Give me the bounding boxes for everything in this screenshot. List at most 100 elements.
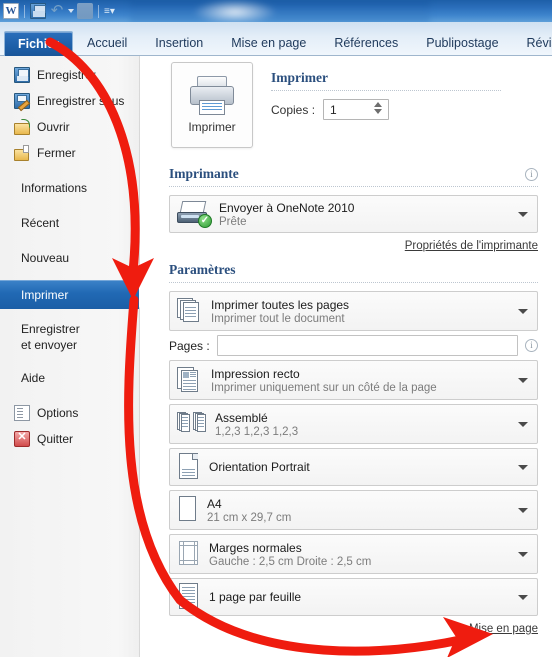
setting-duplex[interactable]: Impression recto Imprimer uniquement sur… [169,360,538,400]
setting-title: Imprimer toutes les pages [211,297,350,312]
divider [24,4,25,18]
undo-icon[interactable]: ↶ [49,3,65,19]
sidebar-item-label: Imprimer [21,287,69,302]
sidebar-item-label: Récent [21,216,60,230]
ribbon-tab-strip: Fichier Accueil Insertion Mise en page R… [0,22,552,56]
info-icon[interactable]: i [525,339,538,352]
stepper-arrows[interactable] [374,102,383,114]
pages-input[interactable] [216,335,518,356]
tab-fichier[interactable]: Fichier [4,31,73,56]
setting-subtitle: 21 cm x 29,7 cm [207,511,292,524]
printer-status: Prête [219,215,247,228]
setting-paper-size[interactable]: A4 21 cm x 29,7 cm [169,490,538,530]
sidebar-item-label: Enregistrer et envoyer [21,322,80,352]
chevron-down-icon[interactable] [518,378,528,383]
backstage-view: Enregistrer Enregistrer sous Ouvrir Ferm… [0,56,552,657]
redo-icon[interactable] [77,3,93,19]
sidebar-item-label: Fermer [37,146,76,160]
print-button[interactable]: Imprimer [171,62,253,148]
customize-qat-icon[interactable]: ≡▾ [104,6,115,17]
setting-title: Assemblé [215,410,268,425]
pages-row: Pages : i [169,335,538,356]
copies-value[interactable]: 1 [324,103,337,117]
chevron-down-icon[interactable] [518,595,528,600]
close-folder-icon [14,145,30,161]
settings-section-title: Paramètres [169,262,236,277]
page-setup-link[interactable]: Mise en page [469,623,538,635]
options-icon [14,405,30,421]
sidebar-item-label: Enregistrer [37,68,96,82]
stepper-up-icon[interactable] [374,102,383,107]
setting-print-range[interactable]: Imprimer toutes les pages Imprimer tout … [169,291,538,331]
copies-label: Copies : [271,102,316,117]
pages-label: Pages : [169,338,210,353]
setting-subtitle: Gauche : 2,5 cm Droite : 2,5 cm [209,555,372,568]
printer-section-title: Imprimante [169,166,239,181]
word-logo-icon[interactable]: W [3,3,19,19]
pages-per-sheet-icon [177,583,201,611]
backstage-nav: Enregistrer Enregistrer sous Ouvrir Ferm… [0,56,149,657]
chevron-down-icon[interactable] [518,309,528,314]
one-sided-icon [177,367,203,393]
save-icon [14,67,30,83]
quit-icon [14,430,30,447]
printer-icon: ✓ [177,201,212,228]
sidebar-item-aide[interactable]: Aide [0,365,139,391]
printer-name: Envoyer à OneNote 2010 [219,200,355,215]
setting-margins[interactable]: Marges normales Gauche : 2,5 cm Droite :… [169,534,538,574]
tab-accueil[interactable]: Accueil [73,30,141,56]
setting-collate[interactable]: Assemblé 1,2,3 1,2,3 1,2,3 [169,404,538,444]
tab-insertion[interactable]: Insertion [141,30,217,56]
copies-stepper[interactable]: 1 [323,99,390,120]
setting-title: Orientation Portrait [209,460,310,474]
sidebar-item-nouveau[interactable]: Nouveau [0,245,139,271]
undo-dropdown-icon[interactable] [68,9,74,13]
print-heading: Imprimer [271,70,328,85]
print-panel: Imprimer Imprimer Copies : 1 Imprimante … [141,56,552,657]
sidebar-item-enregistrer-sous[interactable]: Enregistrer sous [0,88,139,114]
sidebar-item-informations[interactable]: Informations [0,175,139,201]
sidebar-item-recent[interactable]: Récent [0,210,139,236]
tab-revision[interactable]: Révision [513,30,552,56]
info-icon[interactable]: i [525,167,538,181]
margins-icon [177,541,201,567]
tab-publipostage[interactable]: Publipostage [412,30,512,56]
sidebar-item-ouvrir[interactable]: Ouvrir [0,114,139,140]
printer-icon [189,76,235,116]
pages-stack-icon [177,298,203,324]
setting-pages-per-sheet[interactable]: 1 page par feuille [169,578,538,616]
chevron-down-icon[interactable] [518,552,528,557]
sidebar-item-fermer[interactable]: Fermer [0,140,139,166]
chevron-down-icon[interactable] [518,212,528,217]
setting-subtitle: 1,2,3 1,2,3 1,2,3 [215,425,299,438]
sidebar-item-label: Informations [21,181,88,195]
save-icon[interactable] [30,3,46,19]
sidebar-item-enregistrer-et-envoyer[interactable]: Enregistrer et envoyer [0,318,139,356]
setting-title: Impression recto [211,366,300,381]
sidebar-item-label: Ouvrir [37,120,70,134]
setting-title: Marges normales [209,540,302,555]
sidebar-item-label: Aide [21,371,46,385]
sidebar-item-options[interactable]: Options [0,400,139,426]
blurred-document-title [130,0,430,22]
printer-section: Imprimante i ✓ Envoyer à OneNote 2010 Pr… [141,166,552,252]
stepper-down-icon[interactable] [374,109,383,114]
quick-access-toolbar[interactable]: W ↶ ≡▾ [0,0,115,22]
printer-properties-link[interactable]: Propriétés de l'imprimante [405,240,538,252]
settings-section: Paramètres Imprimer toutes les pages Imp… [141,262,552,635]
tab-mise-en-page[interactable]: Mise en page [217,30,320,56]
chevron-down-icon[interactable] [518,422,528,427]
sidebar-item-quitter[interactable]: Quitter [0,426,139,452]
sidebar-item-label: Nouveau [21,251,70,265]
word-backstage-print-screen: W ↶ ≡▾ Fichier Accueil Insertion Mise en… [0,0,552,657]
tab-references[interactable]: Références [320,30,412,56]
save-as-icon [14,93,30,109]
divider [98,4,99,18]
sidebar-item-imprimer[interactable]: Imprimer [0,280,149,309]
chevron-down-icon[interactable] [518,465,528,470]
chevron-down-icon[interactable] [518,508,528,513]
sidebar-item-enregistrer[interactable]: Enregistrer [0,62,139,88]
setting-orientation[interactable]: Orientation Portrait [169,448,538,486]
print-button-label: Imprimer [188,120,236,134]
printer-select[interactable]: ✓ Envoyer à OneNote 2010 Prête [169,195,538,233]
